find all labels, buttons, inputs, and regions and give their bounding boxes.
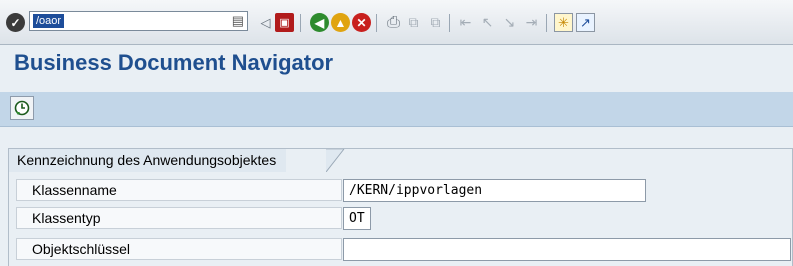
first-page-icon[interactable]: ⇤	[456, 13, 475, 32]
shortcut-icon[interactable]: ↗	[576, 13, 595, 32]
group-title: Kennzeichnung des Anwendungsobjektes	[8, 148, 287, 172]
class-type-field[interactable]: OT	[343, 207, 371, 230]
exit-icon[interactable]: ▲	[331, 13, 350, 32]
next-page-icon[interactable]: ↘	[500, 13, 519, 32]
last-page-icon[interactable]: ⇥	[522, 13, 541, 32]
save-icon[interactable]: ▣	[275, 13, 294, 32]
application-toolbar	[0, 92, 793, 127]
command-field-text: /oaor	[33, 14, 65, 28]
class-type-label: Klassentyp	[16, 207, 342, 229]
system-toolbar: ✓ /oaor ▤ ◁ ▣ ◀ ▲ ✕ ⎙ ⧉ ⧉ ⇤ ↖ ↘ ⇥ ✳ ↗	[0, 0, 793, 45]
expand-toolbar-icon[interactable]: ◁	[256, 13, 275, 32]
object-key-field[interactable]	[343, 238, 791, 261]
command-history-icon[interactable]: ▤	[232, 13, 244, 29]
cancel-icon[interactable]: ✕	[352, 13, 371, 32]
group-title-tab-edge	[326, 148, 345, 172]
back-icon[interactable]: ◀	[310, 13, 329, 32]
execute-button[interactable]	[10, 96, 34, 120]
print-icon[interactable]: ⎙	[384, 13, 403, 32]
command-field[interactable]: /oaor ▤	[29, 11, 248, 31]
execute-clock-icon	[14, 100, 30, 116]
separator	[449, 14, 450, 32]
separator	[300, 14, 301, 32]
find-icon[interactable]: ⧉	[404, 13, 423, 32]
previous-page-icon[interactable]: ↖	[478, 13, 497, 32]
class-name-field[interactable]: /KERN/ippvorlagen	[343, 179, 646, 202]
page-title: Business Document Navigator	[14, 50, 334, 75]
enter-check-icon[interactable]: ✓	[6, 13, 25, 32]
find-next-icon[interactable]: ⧉	[426, 13, 445, 32]
object-key-label: Objektschlüssel	[16, 238, 342, 260]
new-session-icon[interactable]: ✳	[554, 13, 573, 32]
separator	[376, 14, 377, 32]
separator	[546, 14, 547, 32]
class-name-label: Klassenname	[16, 179, 342, 201]
